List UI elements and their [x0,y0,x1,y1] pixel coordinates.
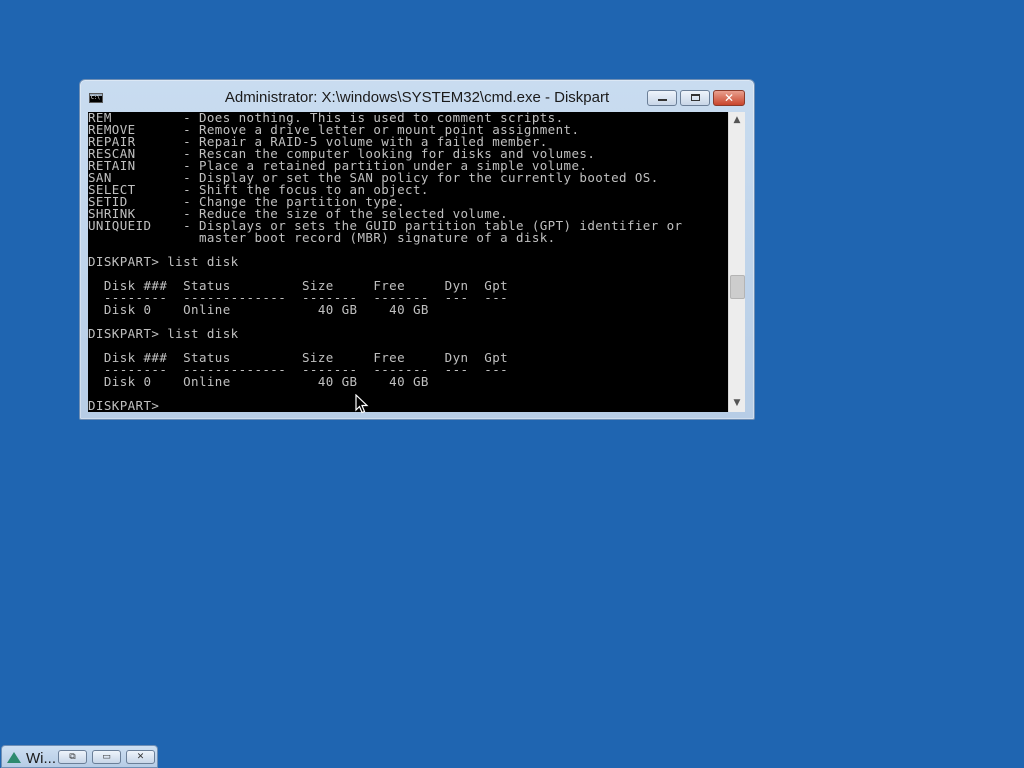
desktop-background: Administrator: X:\windows\SYSTEM32\cmd.e… [0,0,1024,768]
windows-setup-icon [7,752,21,763]
console-line: Disk 0 Online 40 GB 40 GB [88,302,429,317]
console-line: DISKPART> list disk [88,326,239,341]
minimize-icon [658,99,667,101]
scrollbar-thumb[interactable] [730,275,745,299]
close-icon: ✕ [723,91,735,105]
scroll-down-icon[interactable]: ▼ [729,395,745,412]
close-button-mini[interactable]: ✕ [126,750,155,764]
minimized-window-title: Wi... [26,750,56,767]
console-line: DISKPART> [88,398,168,412]
maximize-button-mini[interactable]: ▭ [92,750,121,764]
title-bar[interactable]: Administrator: X:\windows\SYSTEM32\cmd.e… [80,80,754,112]
scroll-up-icon[interactable]: ▲ [729,112,745,129]
console-line: master boot record (MBR) signature of a … [88,230,556,245]
console-line: DISKPART> list disk [88,254,239,269]
maximize-icon [691,94,700,101]
console-line: Disk 0 Online 40 GB 40 GB [88,374,429,389]
mouse-pointer-icon [355,394,369,414]
vertical-scrollbar[interactable]: ▲ ▼ [728,112,745,412]
close-button[interactable]: ✕ [713,90,745,106]
console-output[interactable]: REM - Does nothing. This is used to comm… [88,112,728,412]
minimized-window[interactable]: Wi... ⧉ ▭ ✕ [1,745,158,768]
maximize-button[interactable] [680,90,710,106]
restore-button[interactable]: ⧉ [58,750,87,764]
console-text: REM - Does nothing. This is used to comm… [88,112,682,412]
minimize-button[interactable] [647,90,677,106]
cmd-window: Administrator: X:\windows\SYSTEM32\cmd.e… [79,79,755,420]
